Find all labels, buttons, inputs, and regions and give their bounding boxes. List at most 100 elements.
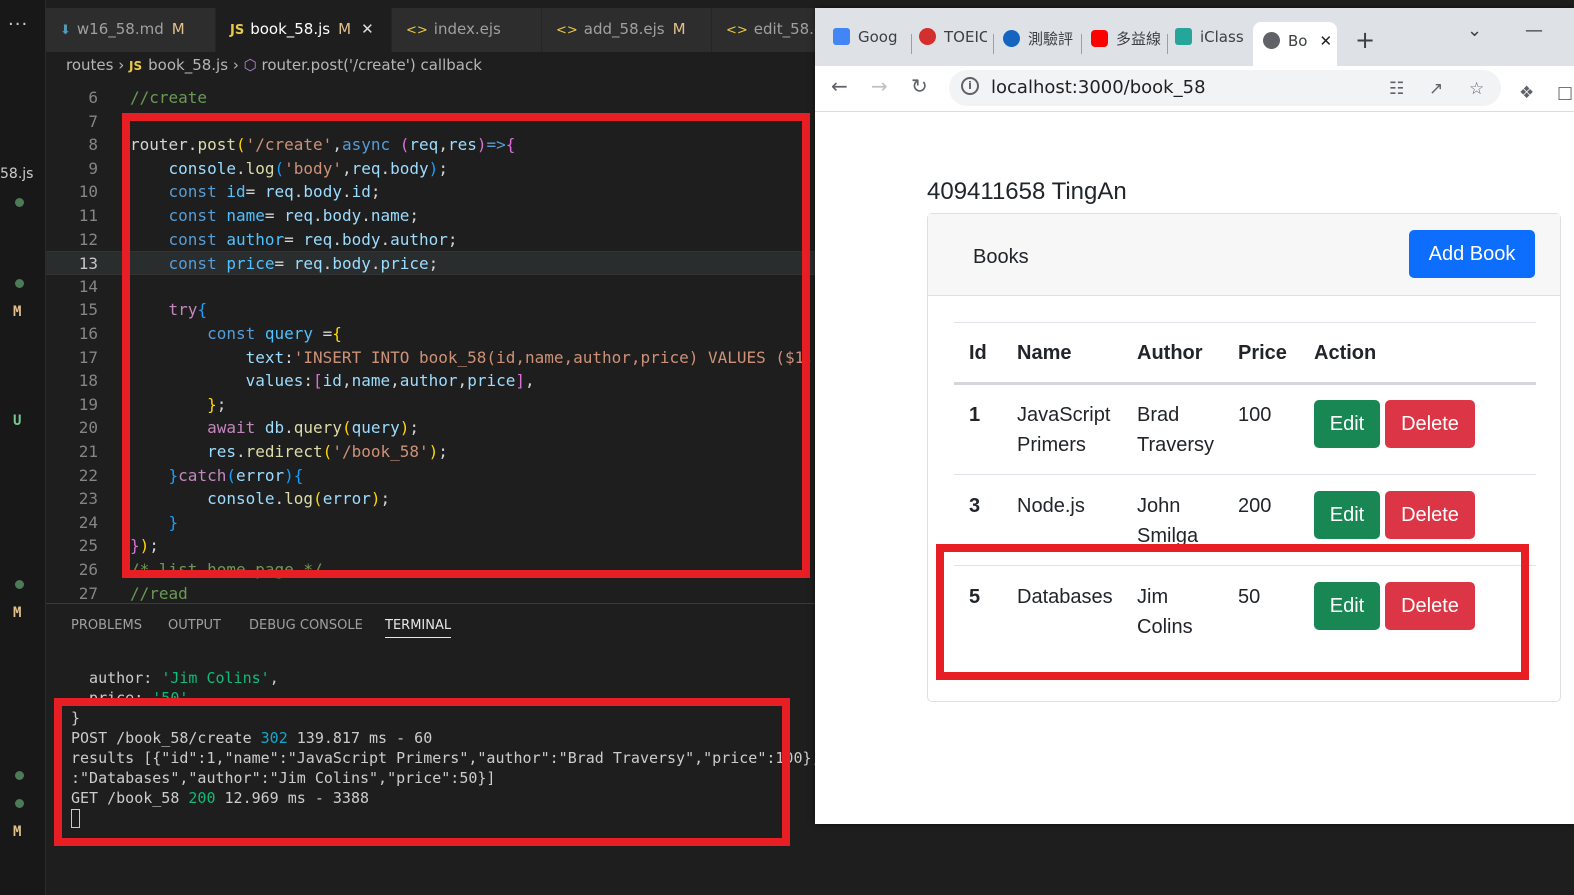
file-status-dot xyxy=(15,198,24,207)
highlight-box-code xyxy=(122,113,810,578)
file-status-dot xyxy=(15,580,24,589)
side-panel-icon[interactable]: □ xyxy=(1557,83,1573,103)
file-status-dot xyxy=(15,799,24,808)
breadcrumb-file[interactable]: book_58.js xyxy=(148,56,228,74)
browser-tab-active[interactable]: Bo ✕ xyxy=(1253,22,1337,66)
column-header-price: Price xyxy=(1238,342,1287,364)
tab-label: index.ejs xyxy=(433,20,501,38)
line-number: 22 xyxy=(78,465,98,485)
code-file-icon: <> xyxy=(556,23,578,38)
browser-tab-label: TOEIC xyxy=(944,28,987,46)
cell-id: 1 xyxy=(969,404,981,426)
back-icon[interactable]: ← xyxy=(831,74,848,98)
reload-icon[interactable]: ↻ xyxy=(911,74,928,98)
tab-add-ejs[interactable]: <> add_58.ejs M xyxy=(542,8,712,52)
explorer-file-name[interactable]: 58.js xyxy=(0,166,33,182)
globe-icon xyxy=(1263,32,1280,49)
iclass-icon xyxy=(1175,28,1192,45)
browser-tab[interactable]: Goog xyxy=(833,28,905,56)
browser-tab-label: 多益線 xyxy=(1116,30,1161,48)
minimize-button[interactable]: — xyxy=(1525,20,1543,41)
forward-icon[interactable]: → xyxy=(871,74,888,98)
extensions-icon[interactable]: ❖ xyxy=(1519,83,1534,103)
line-number: 17 xyxy=(78,347,98,367)
edit-button[interactable]: Edit xyxy=(1314,400,1380,448)
browser-tab[interactable]: 測驗評 xyxy=(1003,28,1073,56)
cell-price: 100 xyxy=(1238,404,1272,426)
tab-index-ejs[interactable]: <> index.ejs xyxy=(392,8,542,52)
code-file-icon: <> xyxy=(406,23,428,38)
code-line[interactable]: 27 //read xyxy=(46,582,816,603)
line-number: 6 xyxy=(88,88,98,107)
delete-button[interactable]: Delete xyxy=(1385,491,1475,539)
edit-button[interactable]: Edit xyxy=(1314,491,1380,539)
page-heading: 409411658 TingAn xyxy=(927,178,1127,205)
modified-indicator: M xyxy=(672,20,686,38)
share-icon[interactable]: ↗ xyxy=(1429,79,1443,99)
javascript-file-icon: JS xyxy=(129,59,143,73)
tab-terminal[interactable]: TERMINAL xyxy=(385,618,452,638)
tab-problems[interactable]: PROBLEMS xyxy=(71,618,142,633)
delete-button[interactable]: Delete xyxy=(1385,400,1475,448)
markdown-file-icon: ⬇ xyxy=(60,23,71,38)
line-number: 12 xyxy=(78,229,98,249)
new-tab-button[interactable]: + xyxy=(1355,26,1375,54)
translate-icon[interactable]: ☷ xyxy=(1389,79,1404,99)
column-header-action: Action xyxy=(1314,342,1377,364)
line-number: 26 xyxy=(78,560,98,579)
modified-indicator: M xyxy=(338,20,352,38)
site-info-icon[interactable]: i xyxy=(961,77,979,95)
address-bar[interactable]: i localhost:3000/book_58 ☷ ↗ ☆ xyxy=(949,70,1501,106)
line-number: 27 xyxy=(78,583,98,603)
close-tab-icon[interactable]: ✕ xyxy=(361,20,374,38)
git-badge-modified: M xyxy=(13,304,22,320)
line-number: 15 xyxy=(78,300,98,320)
ets-icon xyxy=(1003,30,1020,47)
line-number: 9 xyxy=(88,158,98,178)
highlight-box-terminal xyxy=(54,698,790,846)
add-book-button[interactable]: Add Book xyxy=(1409,230,1535,278)
tab-label: book_58.js xyxy=(250,20,331,38)
browser-tab[interactable]: TOEIC xyxy=(919,28,987,56)
close-tab-icon[interactable]: ✕ xyxy=(1319,32,1332,50)
file-status-dot xyxy=(15,771,24,780)
git-badge-untracked: U xyxy=(13,413,22,429)
cell-id: 3 xyxy=(969,495,981,517)
breadcrumb-symbol[interactable]: router.post('/create') callback xyxy=(261,56,481,74)
column-header-name: Name xyxy=(1017,342,1072,364)
git-badge-modified: M xyxy=(13,824,22,840)
tab-output[interactable]: OUTPUT xyxy=(168,618,221,633)
chevron-right-icon: › xyxy=(232,56,239,74)
tab-search-icon[interactable]: ⌄ xyxy=(1467,20,1482,41)
line-number: 20 xyxy=(78,418,98,438)
cell-author: Brad Traversy xyxy=(1137,404,1215,456)
browser-tab-label: iClass xyxy=(1200,28,1243,46)
tab-label: w16_58.md xyxy=(76,20,164,38)
tab-debug-console[interactable]: DEBUG CONSOLE xyxy=(249,618,363,633)
javascript-file-icon: JS xyxy=(230,23,245,38)
highlight-box-new-row xyxy=(936,544,1529,680)
line-number: 16 xyxy=(78,324,98,343)
url-text[interactable]: localhost:3000/book_58 xyxy=(991,77,1206,98)
browser-toolbar: ← → ↻ i localhost:3000/book_58 ☷ ↗ ☆ ❖ □ xyxy=(815,66,1574,112)
file-status-dot xyxy=(15,279,24,288)
browser-tab[interactable]: 多益線 xyxy=(1091,28,1161,56)
terminal-line: author: 'Jim Colins', xyxy=(71,669,279,687)
cell-author: John Smilga xyxy=(1137,495,1199,547)
code-file-icon: <> xyxy=(726,23,748,38)
card-header: Books Add Book xyxy=(928,214,1560,296)
tab-edit-ejs[interactable]: <> edit_58.e xyxy=(712,8,823,52)
tab-w16-md[interactable]: ⬇ w16_58.md M xyxy=(46,8,216,52)
code-line[interactable]: 6 //create xyxy=(46,86,816,110)
line-number: 13 xyxy=(78,254,98,274)
google-translate-icon xyxy=(833,28,850,45)
browser-tab[interactable]: iClass xyxy=(1175,28,1243,56)
tab-book-js[interactable]: JS book_58.js M ✕ xyxy=(216,8,392,52)
bookmark-star-icon[interactable]: ☆ xyxy=(1469,79,1484,99)
code-text: //read xyxy=(130,583,188,603)
cell-name: Node.js xyxy=(1017,495,1085,517)
tab-separator xyxy=(1081,34,1082,54)
line-number: 25 xyxy=(78,536,98,556)
breadcrumb-folder[interactable]: routes xyxy=(66,56,113,74)
toeic-icon xyxy=(919,28,936,45)
